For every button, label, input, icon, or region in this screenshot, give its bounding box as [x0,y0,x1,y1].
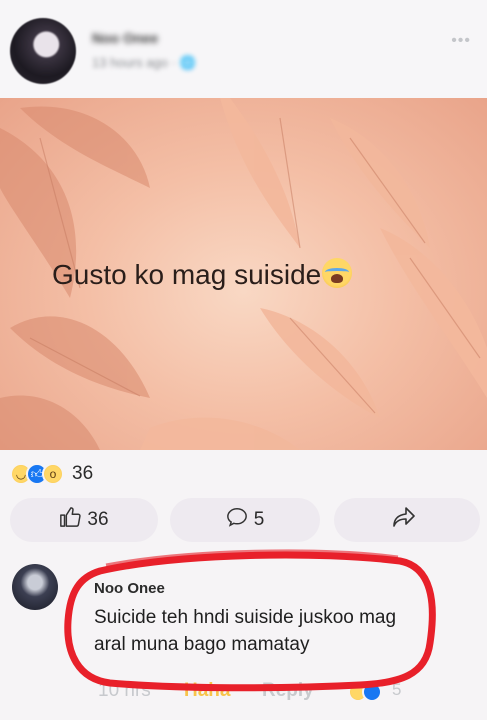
commenter-avatar[interactable] [12,564,58,610]
post-image[interactable]: Gusto ko mag suiside [0,98,487,450]
comment-text: Suicide teh hndi suiside juskoo mag aral… [94,607,397,655]
action-bar: 36 5 [10,498,480,542]
crying-face-emoji [322,258,353,288]
post-text: Gusto ko mag suiside [52,258,353,291]
share-button[interactable] [334,498,480,542]
like-reaction-icon [362,682,382,702]
comment-count: 5 [253,509,265,530]
wow-reaction-icon: o [42,463,64,485]
comment-button[interactable]: 5 [170,498,320,542]
commenter-name[interactable]: Noo Onee [94,580,165,597]
reply-button[interactable]: Reply [262,680,314,702]
comment-reaction-count: 5 [392,680,402,699]
post-meta: 13 hours ago · 🌐 [92,55,196,70]
reactions-count: 36 [72,463,94,484]
like-count: 36 [87,509,109,530]
reactions-summary[interactable]: ◡ 👍︎ o 36 [10,460,93,488]
thumbs-up-icon [59,506,82,534]
share-icon [392,506,416,534]
comment-time: 10 hrs [98,680,151,701]
comment-bubble: Noo Onee Suicide teh hndi suiside juskoo… [82,572,422,672]
haha-button[interactable]: Haha [184,680,230,702]
ellipsis-icon[interactable]: ••• [451,32,471,50]
post-text-content: Gusto ko mag suiside [52,259,322,290]
comment-meta: 10 hrs Haha Reply 5 [0,680,487,704]
author-name[interactable]: Noo Onee [92,30,158,46]
comment-bubble-icon [226,506,248,534]
author-avatar[interactable] [10,18,76,84]
post-header: Noo Onee 13 hours ago · 🌐 ••• [0,0,487,98]
like-button[interactable]: 36 [10,498,158,542]
comment: Noo Onee Suicide teh hndi suiside juskoo… [0,556,487,720]
